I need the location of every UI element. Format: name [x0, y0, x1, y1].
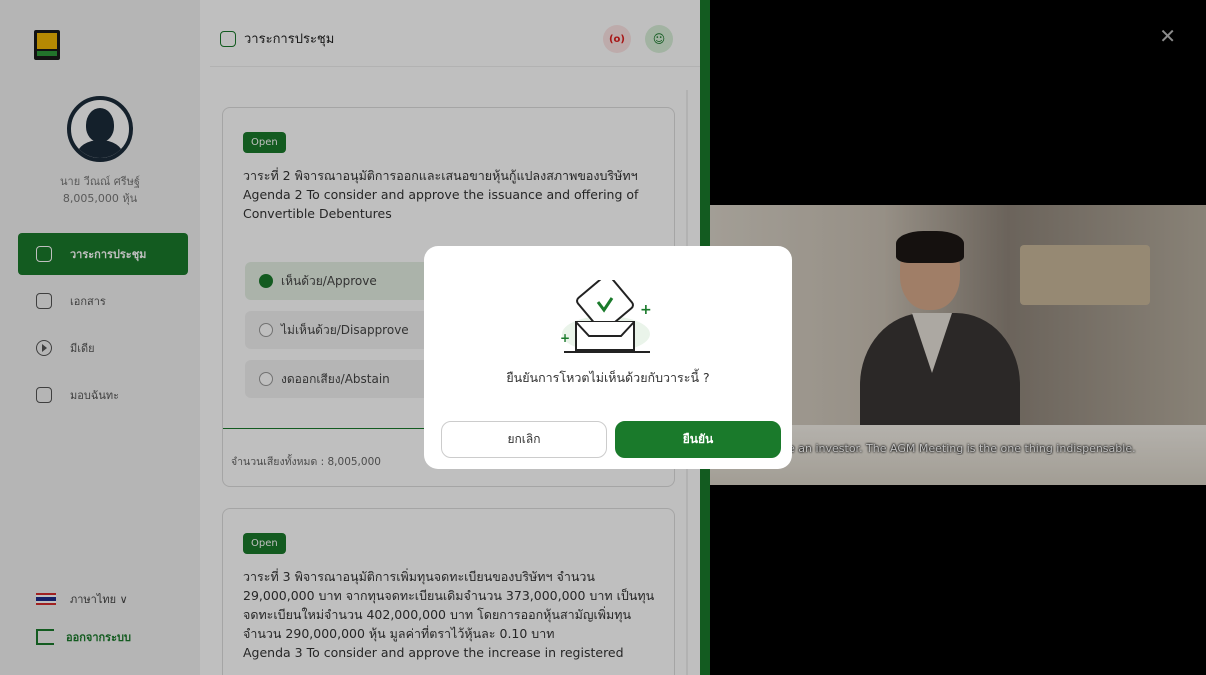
dialog-message: ยืนยันการโหวตไม่เห็นด้วยกับวาระนี้ ? [506, 370, 710, 385]
svg-text:+: + [640, 302, 652, 318]
confirm-vote-dialog: + + ยืนยันการโหวตไม่เห็นด้วยกับวาระนี้ ?… [424, 246, 792, 469]
ballot-box-icon: + + [560, 280, 652, 353]
svg-text:+: + [560, 331, 570, 345]
confirm-button[interactable]: ยืนยัน [615, 421, 781, 458]
cancel-button[interactable]: ยกเลิก [441, 421, 607, 458]
